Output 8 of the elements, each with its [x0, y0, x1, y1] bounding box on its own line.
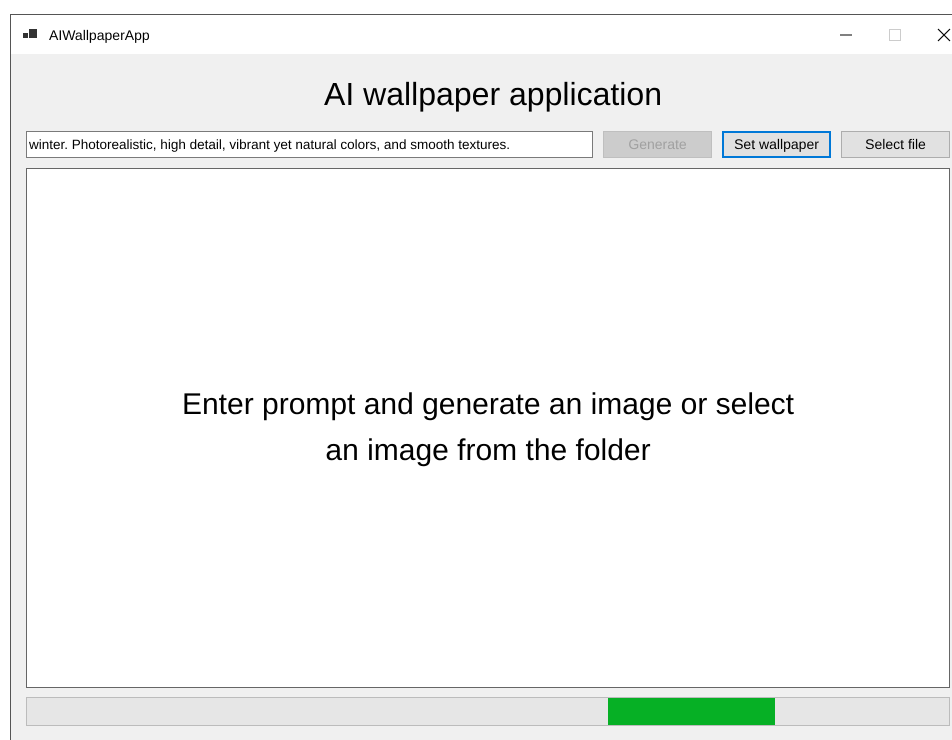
app-icon: [23, 28, 37, 40]
action-button[interactable]: Select file: [841, 130, 950, 158]
preview-message: Enter prompt and generate an image or select an image from the folder: [180, 387, 796, 469]
prompt-field[interactable]: winter. Photorealistic, high detail, vibrant yet natural colors, and smooth textures.: [26, 130, 593, 158]
app-heading: AI wallpaper application: [323, 75, 663, 114]
window-title: AIWallpaperApp: [49, 26, 150, 42]
close-icon[interactable]: [937, 28, 951, 42]
action-button[interactable]: Set wallpaper: [722, 130, 831, 158]
